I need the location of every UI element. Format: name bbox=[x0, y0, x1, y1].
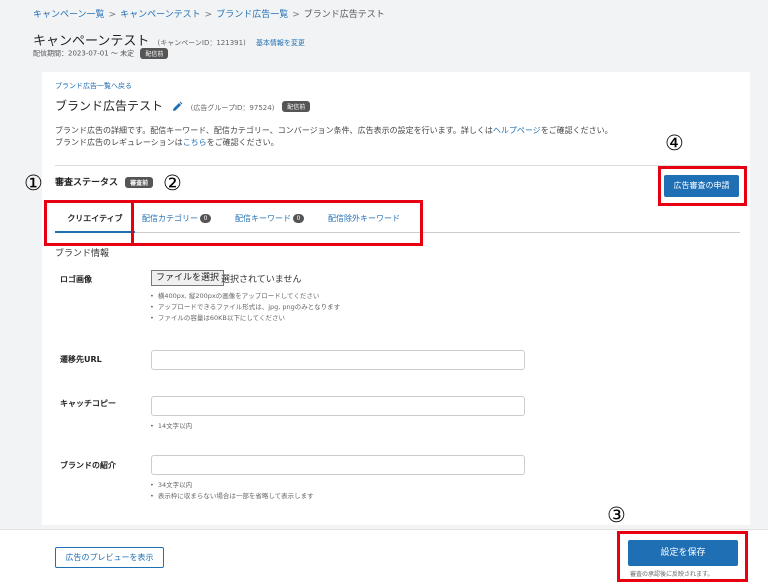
catch-copy-input[interactable] bbox=[151, 396, 525, 416]
logo-hint: アップロードできるファイル形式は、jpg, pngのみとなります bbox=[150, 301, 340, 311]
callout-box-4 bbox=[658, 166, 747, 206]
divider bbox=[55, 165, 740, 166]
callout-number-2: ② bbox=[163, 171, 182, 195]
pencil-icon[interactable] bbox=[171, 101, 183, 113]
review-status-badge: 審査前 bbox=[125, 177, 154, 188]
brand-intro-label: ブランドの紹介 bbox=[60, 461, 116, 470]
file-status-text: 選択されていません bbox=[221, 275, 302, 285]
callout-number-1: ① bbox=[24, 171, 43, 195]
section-title: ブランド情報 bbox=[55, 249, 110, 259]
callout-number-4: ④ bbox=[665, 131, 684, 155]
regulation-link[interactable]: こちら bbox=[183, 138, 207, 147]
campaign-status-badge: 配信前 bbox=[140, 48, 169, 59]
brand-intro-hint: 34文字以内 bbox=[150, 479, 192, 489]
brand-ad-status-badge: 配信前 bbox=[282, 101, 311, 112]
callout-number-3: ③ bbox=[607, 503, 626, 527]
help-page-link[interactable]: ヘルプページ bbox=[493, 126, 541, 135]
campaign-title: キャンペーンテスト bbox=[33, 34, 150, 49]
back-to-brand-ad-list-link[interactable]: ブランド広告一覧へ戻る bbox=[55, 81, 132, 91]
brand-intro-hint: 表示枠に収まらない場合は一部を省略して表示します bbox=[150, 490, 314, 500]
ad-group-id: (広告グループID：97524) bbox=[190, 104, 275, 112]
brand-ad-description: ブランド広告の詳細です。配信キーワード、配信カテゴリー、コンバージョン条件、広告… bbox=[55, 126, 613, 147]
campaign-id: (キャンペーンID：121391) bbox=[157, 39, 246, 47]
callout-box-1 bbox=[44, 200, 134, 246]
edit-basic-info-link[interactable]: 基本情報を変更 bbox=[256, 39, 305, 47]
breadcrumb-current: ブランド広告テスト bbox=[303, 10, 385, 20]
breadcrumb-brand-ad-list[interactable]: ブランド広告一覧 bbox=[216, 10, 288, 20]
breadcrumb-campaign-list[interactable]: キャンペーン一覧 bbox=[33, 10, 105, 20]
destination-url-input[interactable] bbox=[151, 350, 525, 370]
callout-box-2 bbox=[131, 200, 423, 246]
destination-url-label: 遷移先URL bbox=[60, 355, 102, 364]
preview-ad-button[interactable]: 広告のプレビューを表示 bbox=[55, 547, 164, 568]
brand-intro-input[interactable] bbox=[151, 455, 525, 475]
campaign-period: 配信期間：2023-07-01 ～ 未定 配信前 bbox=[33, 48, 169, 59]
brand-ad-title: ブランド広告テスト bbox=[55, 99, 164, 113]
catch-copy-label: キャッチコピー bbox=[60, 399, 116, 408]
breadcrumb-campaign[interactable]: キャンペーンテスト bbox=[120, 10, 201, 20]
breadcrumb: キャンペーン一覧 > キャンペーンテスト > ブランド広告一覧 > ブランド広告テスト bbox=[33, 10, 385, 20]
logo-hint: ファイルの容量は60KB以下にしてください bbox=[150, 312, 285, 322]
campaign-header: キャンペーンテスト (キャンペーンID：121391) 基本情報を変更 bbox=[33, 30, 305, 49]
callout-box-3 bbox=[617, 531, 748, 582]
catch-copy-hint: 14文字以内 bbox=[150, 420, 192, 430]
choose-file-button[interactable]: ファイルを選択 bbox=[151, 270, 225, 286]
review-status: 審査ステータス 審査前 bbox=[55, 175, 154, 188]
brand-ad-header: ブランド広告テスト (広告グループID：97524) 配信前 bbox=[55, 97, 311, 114]
logo-image-label: ロゴ画像 bbox=[60, 275, 92, 284]
logo-hint: 横400px, 縦200pxの画像をアップロードしてください bbox=[150, 290, 320, 300]
